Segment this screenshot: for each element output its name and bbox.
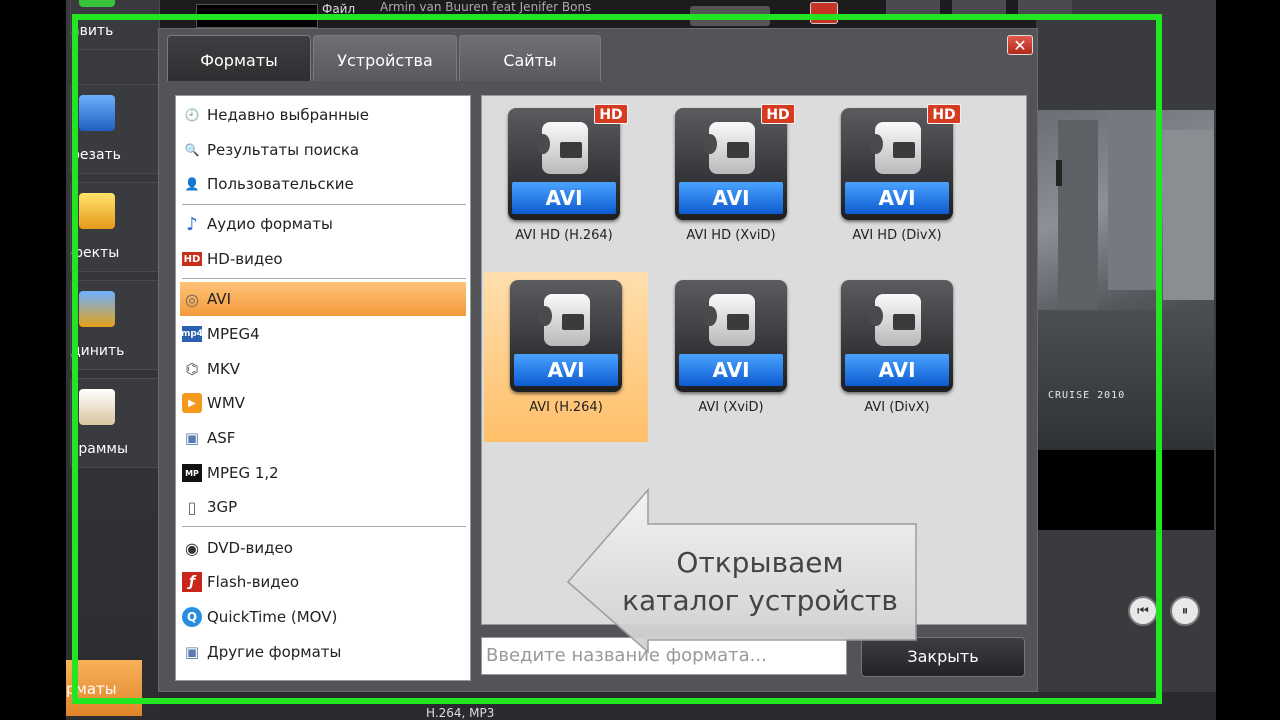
toolbar-button-1[interactable] bbox=[886, 0, 940, 14]
right-black-bar bbox=[1216, 0, 1280, 720]
toolbar-button-3[interactable] bbox=[1018, 0, 1072, 14]
file-title: Armin van Buuren feat Jenifer Bons bbox=[380, 0, 592, 14]
highlight-frame bbox=[72, 14, 1162, 704]
bottom-codec-text: H.264, MP3 bbox=[426, 706, 495, 720]
add-icon bbox=[79, 0, 115, 7]
pause-icon: ⏸ bbox=[1181, 603, 1189, 619]
left-black-bar bbox=[0, 0, 70, 720]
pause-button[interactable]: ⏸ bbox=[1170, 596, 1200, 626]
toolbar-button-2[interactable] bbox=[952, 0, 1006, 14]
